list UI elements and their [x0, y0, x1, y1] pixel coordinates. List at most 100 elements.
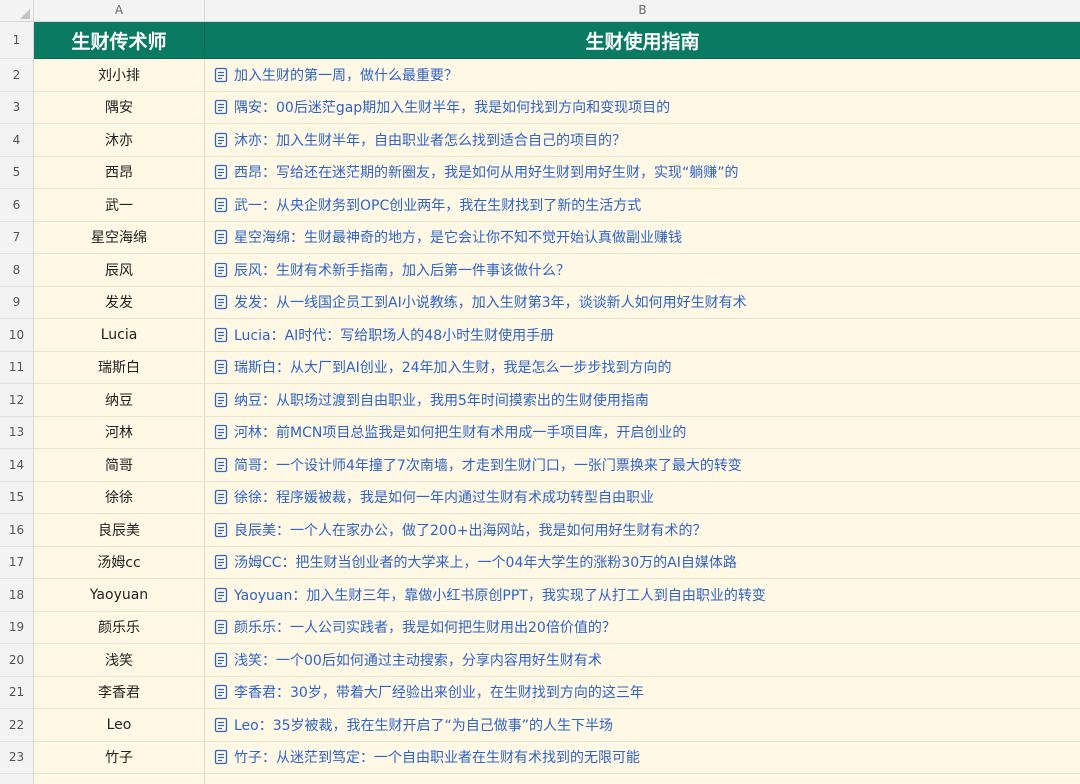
mentor-name-cell[interactable]: 刘小排	[34, 59, 205, 92]
guide-link[interactable]: 河林：前MCN项目总监我是如何把生财有术用成一手项目库，开启创业的	[234, 422, 686, 442]
row-number[interactable]: 23	[0, 741, 34, 774]
row-number[interactable]: 17	[0, 546, 34, 579]
guide-link[interactable]: Lucia：AI时代：写给职场人的48小时生财使用手册	[234, 325, 554, 345]
guide-link-cell[interactable]: 浅笑：一个00后如何通过主动搜索，分享内容用好生财有术	[205, 644, 1080, 677]
guide-link-cell[interactable]: 加入生财的第一周，做什么最重要？	[205, 59, 1080, 92]
guide-link-cell[interactable]: 李香君：30岁，带着大厂经验出来创业，在生财找到方向的这三年	[205, 676, 1080, 709]
guide-link[interactable]: 纳豆：从职场过渡到自由职业，我用5年时间摸索出的生财使用指南	[234, 390, 649, 410]
mentor-name-cell[interactable]: 辰风	[34, 254, 205, 287]
row-number[interactable]: 2	[0, 59, 34, 92]
guide-link-cell[interactable]: 辰风：生财有术新手指南，加入后第一件事该做什么？	[205, 254, 1080, 287]
guide-link-cell[interactable]: Yaoyuan：加入生财三年，靠做小红书原创PPT，我实现了从打工人到自由职业的…	[205, 579, 1080, 612]
row-number[interactable]: 19	[0, 611, 34, 644]
mentor-name-cell[interactable]: 简哥	[34, 449, 205, 482]
document-icon	[214, 99, 228, 115]
document-icon	[214, 457, 228, 473]
mentor-name-cell[interactable]: 瑞斯白	[34, 351, 205, 384]
row-number[interactable]: 14	[0, 449, 34, 482]
row-number[interactable]: 11	[0, 351, 34, 384]
guide-link-cell[interactable]: Lucia：AI时代：写给职场人的48小时生财使用手册	[205, 319, 1080, 352]
table-row: 21 李香君 李香君：30岁，带着大厂经验出来创业，在生财找到方向的这三年	[0, 676, 1080, 709]
mentor-name-cell[interactable]	[34, 774, 205, 784]
guide-link-cell[interactable]: 瑞斯白：从大厂到AI创业，24年加入生财，我是怎么一步步找到方向的	[205, 351, 1080, 384]
mentor-name-cell[interactable]: 河林	[34, 416, 205, 449]
row-number[interactable]: 9	[0, 286, 34, 319]
mentor-name-cell[interactable]: 竹子	[34, 741, 205, 774]
guide-link-cell[interactable]: 西昂：写给还在迷茫期的新圈友，我是如何从用好生财到用好生财，实现“躺赚”的	[205, 156, 1080, 189]
row-number[interactable]: 10	[0, 319, 34, 352]
header-cell-guide[interactable]: 生财使用指南	[205, 22, 1080, 59]
mentor-name-cell[interactable]: 纳豆	[34, 384, 205, 417]
guide-link-cell[interactable]: 徐徐：程序媛被裁，我是如何一年内通过生财有术成功转型自由职业	[205, 481, 1080, 514]
mentor-name-cell[interactable]: Leo	[34, 709, 205, 742]
guide-link[interactable]: 简哥：一个设计师4年撞了7次南墙，才走到生财门口，一张门票换来了最大的转变	[234, 455, 742, 475]
row-number[interactable]: 21	[0, 676, 34, 709]
row-number[interactable]: 4	[0, 124, 34, 157]
mentor-name-cell[interactable]: 汤姆cc	[34, 546, 205, 579]
guide-link-cell[interactable]: 简哥：一个设计师4年撞了7次南墙，才走到生财门口，一张门票换来了最大的转变	[205, 449, 1080, 482]
guide-link[interactable]: 汤姆CC：把生财当创业者的大学来上，一个04年大学生的涨粉30万的AI自媒体路	[234, 552, 737, 572]
row-number[interactable]: 5	[0, 156, 34, 189]
guide-link-cell[interactable]: 沐亦：加入生财半年，自由职业者怎么找到适合自己的项目的？	[205, 124, 1080, 157]
mentor-name-cell[interactable]: 浅笑	[34, 644, 205, 677]
guide-link[interactable]: 瑞斯白：从大厂到AI创业，24年加入生财，我是怎么一步步找到方向的	[234, 357, 672, 377]
mentor-name-cell[interactable]: Lucia	[34, 319, 205, 352]
row-number[interactable]: 20	[0, 644, 34, 677]
mentor-name-cell[interactable]: 李香君	[34, 676, 205, 709]
guide-link[interactable]: 星空海绵：生财最神奇的地方，是它会让你不知不觉开始认真做副业赚钱	[234, 227, 682, 247]
row-number[interactable]: 22	[0, 709, 34, 742]
mentor-name-cell[interactable]: 颜乐乐	[34, 611, 205, 644]
row-number[interactable]: 13	[0, 416, 34, 449]
column-header-a[interactable]: A	[34, 0, 205, 22]
guide-link[interactable]: 隅安：00后迷茫gap期加入生财半年，我是如何找到方向和变现项目的	[234, 97, 670, 117]
guide-link[interactable]: 发发：从一线国企员工到AI小说教练，加入生财第3年，谈谈新人如何用好生财有术	[234, 292, 747, 312]
column-header-b[interactable]: B	[205, 0, 1080, 22]
guide-link-cell[interactable]: 颜乐乐：一人公司实践者，我是如何把生财用出20倍价值的？	[205, 611, 1080, 644]
guide-link[interactable]: 西昂：写给还在迷茫期的新圈友，我是如何从用好生财到用好生财，实现“躺赚”的	[234, 162, 739, 182]
guide-link-cell[interactable]: 河林：前MCN项目总监我是如何把生财有术用成一手项目库，开启创业的	[205, 416, 1080, 449]
mentor-name-cell[interactable]: 良辰美	[34, 514, 205, 547]
mentor-name-cell[interactable]: 徐徐	[34, 481, 205, 514]
guide-link[interactable]: 竹子：从迷茫到笃定：一个自由职业者在生财有术找到的无限可能	[234, 747, 640, 767]
guide-link[interactable]: Yaoyuan：加入生财三年，靠做小红书原创PPT，我实现了从打工人到自由职业的…	[234, 585, 766, 605]
guide-link[interactable]: 武一：从央企财务到OPC创业两年，我在生财找到了新的生活方式	[234, 195, 641, 215]
guide-link[interactable]: 沐亦：加入生财半年，自由职业者怎么找到适合自己的项目的？	[234, 130, 626, 150]
row-number[interactable]: 6	[0, 189, 34, 222]
mentor-name-cell[interactable]: Yaoyuan	[34, 579, 205, 612]
row-number[interactable]: 3	[0, 91, 34, 124]
mentor-name-cell[interactable]: 武一	[34, 189, 205, 222]
row-number[interactable]: 16	[0, 514, 34, 547]
guide-link[interactable]: 加入生财的第一周，做什么最重要？	[234, 65, 458, 85]
guide-link[interactable]: 李香君：30岁，带着大厂经验出来创业，在生财找到方向的这三年	[234, 682, 644, 702]
row-number[interactable]: 12	[0, 384, 34, 417]
guide-link[interactable]: 良辰美：一个人在家办公，做了200+出海网站，我是如何用好生财有术的？	[234, 520, 706, 540]
row-number[interactable]: 1	[0, 22, 34, 59]
guide-link-cell[interactable]: 汤姆CC：把生财当创业者的大学来上，一个04年大学生的涨粉30万的AI自媒体路	[205, 546, 1080, 579]
select-all-corner[interactable]	[0, 0, 34, 22]
guide-link[interactable]: 颜乐乐：一人公司实践者，我是如何把生财用出20倍价值的？	[234, 617, 616, 637]
mentor-name-cell[interactable]: 沐亦	[34, 124, 205, 157]
row-number[interactable]: 18	[0, 579, 34, 612]
guide-link-cell[interactable]: 武一：从央企财务到OPC创业两年，我在生财找到了新的生活方式	[205, 189, 1080, 222]
guide-link[interactable]: Leo：35岁被裁，我在生财开启了“为自己做事”的人生下半场	[234, 715, 613, 735]
guide-link-cell[interactable]: 良辰美：一个人在家办公，做了200+出海网站，我是如何用好生财有术的？	[205, 514, 1080, 547]
row-number[interactable]: 8	[0, 254, 34, 287]
guide-link-cell[interactable]: Leo：35岁被裁，我在生财开启了“为自己做事”的人生下半场	[205, 709, 1080, 742]
guide-link-cell[interactable]: 竹子：从迷茫到笃定：一个自由职业者在生财有术找到的无限可能	[205, 741, 1080, 774]
mentor-name-cell[interactable]: 西昂	[34, 156, 205, 189]
row-number[interactable]: 24	[0, 774, 34, 784]
guide-link[interactable]: 浅笑：一个00后如何通过主动搜索，分享内容用好生财有术	[234, 650, 602, 670]
mentor-name-cell[interactable]: 隅安	[34, 91, 205, 124]
mentor-name-cell[interactable]: 发发	[34, 286, 205, 319]
row-number[interactable]: 7	[0, 221, 34, 254]
guide-link[interactable]: 辰风：生财有术新手指南，加入后第一件事该做什么？	[234, 260, 570, 280]
mentor-name-cell[interactable]: 星空海绵	[34, 221, 205, 254]
guide-link-cell[interactable]: 隅安：00后迷茫gap期加入生财半年，我是如何找到方向和变现项目的	[205, 91, 1080, 124]
row-number[interactable]: 15	[0, 481, 34, 514]
guide-link-cell[interactable]: 发发：从一线国企员工到AI小说教练，加入生财第3年，谈谈新人如何用好生财有术	[205, 286, 1080, 319]
guide-link-cell[interactable]	[205, 774, 1080, 784]
guide-link-cell[interactable]: 星空海绵：生财最神奇的地方，是它会让你不知不觉开始认真做副业赚钱	[205, 221, 1080, 254]
header-cell-mentor[interactable]: 生财传术师	[34, 22, 205, 59]
guide-link-cell[interactable]: 纳豆：从职场过渡到自由职业，我用5年时间摸索出的生财使用指南	[205, 384, 1080, 417]
guide-link[interactable]: 徐徐：程序媛被裁，我是如何一年内通过生财有术成功转型自由职业	[234, 487, 654, 507]
